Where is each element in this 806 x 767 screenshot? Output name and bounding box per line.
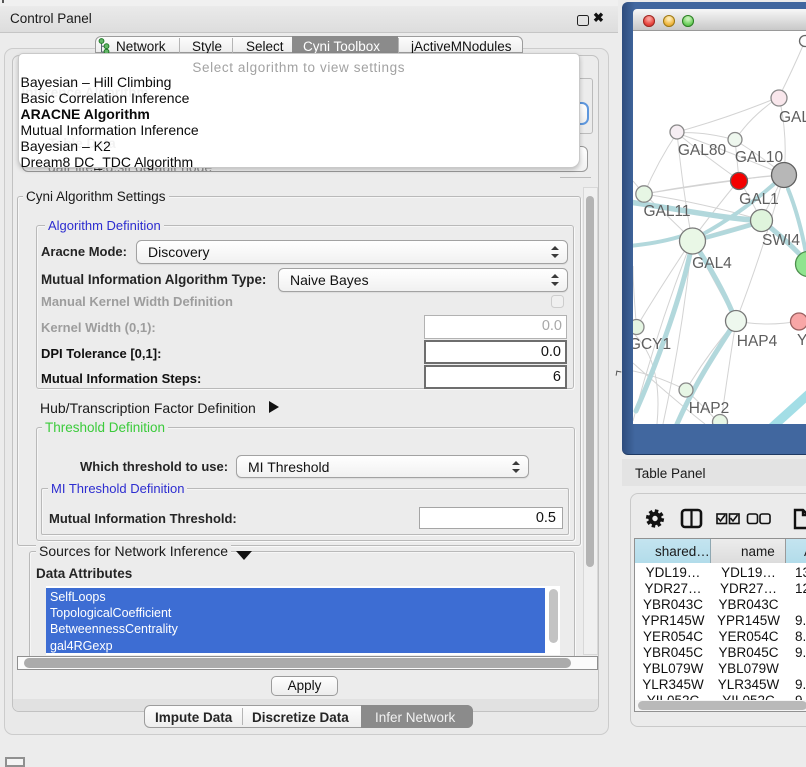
svg-text:SWI4: SWI4 [762, 232, 800, 249]
svg-text:Y: Y [797, 332, 806, 349]
svg-text:HAP2: HAP2 [689, 400, 730, 417]
svg-text:GAL2: GAL2 [779, 109, 806, 126]
svg-text:GAL1: GAL1 [739, 191, 779, 208]
svg-text:HAP4: HAP4 [737, 333, 778, 350]
svg-text:GAL10: GAL10 [735, 149, 784, 166]
svg-text:GCY1: GCY1 [633, 336, 671, 353]
svg-text:GAL80: GAL80 [678, 142, 727, 159]
svg-text:GAL4: GAL4 [692, 255, 732, 272]
svg-text:GAL11: GAL11 [643, 203, 690, 220]
